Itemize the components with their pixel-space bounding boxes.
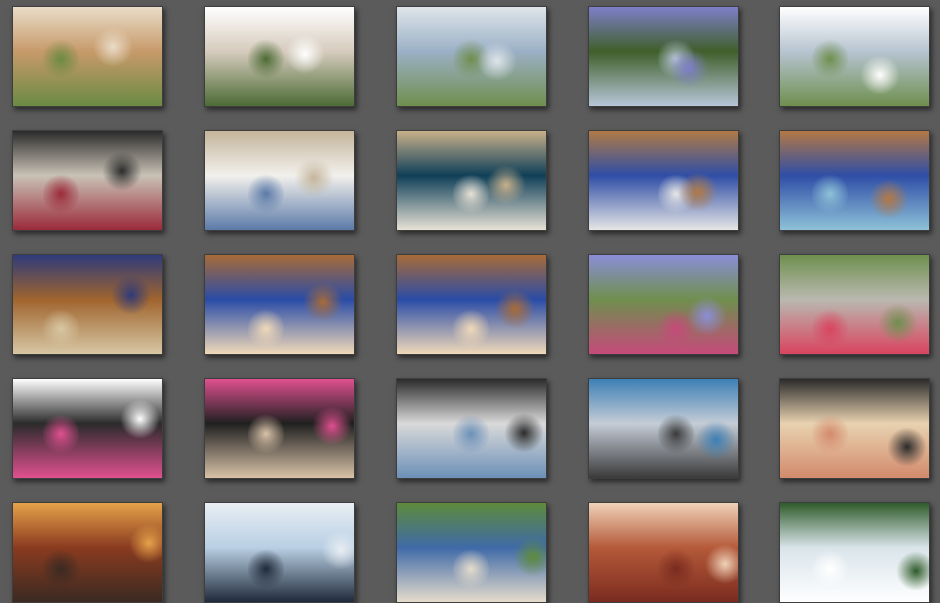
- photo-thumbnail[interactable]: [588, 6, 739, 107]
- photo-thumbnail[interactable]: [12, 502, 163, 603]
- photo-thumbnail[interactable]: [588, 130, 739, 231]
- photo-subject: [303, 282, 343, 322]
- photo-thumbnail[interactable]: [588, 502, 739, 603]
- photo-thumbnail[interactable]: [396, 254, 547, 355]
- photo-subject: [129, 523, 162, 563]
- photo-thumbnail[interactable]: [588, 378, 739, 479]
- photo-thumbnail[interactable]: [588, 254, 739, 355]
- photo-subject: [869, 179, 909, 219]
- photo-thumbnail[interactable]: [396, 502, 547, 603]
- photo-subject: [812, 547, 848, 591]
- photo-thumbnail[interactable]: [204, 254, 355, 355]
- photo-thumbnail[interactable]: [12, 378, 163, 479]
- photo-subject: [696, 420, 736, 460]
- photo-thumbnail[interactable]: [779, 254, 930, 355]
- photo-subject: [453, 172, 489, 216]
- photo-subject: [248, 37, 284, 81]
- photo-subject: [43, 547, 79, 591]
- photo-subject: [285, 34, 325, 74]
- photo-subject: [93, 27, 133, 67]
- photo-subject: [678, 172, 718, 212]
- photo-subject: [321, 530, 354, 570]
- photo-thumbnail[interactable]: [396, 378, 547, 479]
- photo-subject: [513, 537, 546, 577]
- photo-thumbnail[interactable]: [396, 130, 547, 231]
- photo-subject: [120, 399, 160, 439]
- photo-thumbnail[interactable]: [12, 6, 163, 107]
- photo-subject: [860, 55, 900, 95]
- photo-thumbnail[interactable]: [779, 6, 930, 107]
- photo-subject: [477, 41, 517, 81]
- photo-icon: [780, 131, 929, 230]
- photo-subject: [453, 307, 489, 351]
- photo-subject: [294, 158, 334, 198]
- photo-grid: [0, 0, 940, 603]
- photo-thumbnail[interactable]: [204, 130, 355, 231]
- photo-subject: [248, 307, 284, 351]
- photo-subject: [486, 165, 526, 205]
- photo-thumbnail[interactable]: [779, 378, 930, 479]
- photo-subject: [812, 412, 848, 456]
- photo-subject: [248, 412, 284, 456]
- photo-subject: [102, 151, 142, 191]
- photo-thumbnail[interactable]: [12, 130, 163, 231]
- photo-subject: [687, 296, 727, 336]
- photo-subject: [43, 37, 79, 81]
- photo-subject: [504, 413, 544, 453]
- photo-subject: [111, 275, 151, 315]
- photo-subject: [43, 307, 79, 351]
- photo-subject: [453, 412, 489, 456]
- photo-icon: [13, 7, 162, 106]
- photo-thumbnail[interactable]: [204, 6, 355, 107]
- photo-subject: [896, 551, 929, 591]
- photo-thumbnail[interactable]: [12, 254, 163, 355]
- photo-icon: [780, 7, 929, 106]
- photo-subject: [705, 544, 738, 584]
- photo-subject: [812, 37, 848, 81]
- photo-subject: [248, 547, 284, 591]
- photo-subject: [878, 303, 918, 343]
- photo-subject: [658, 547, 694, 591]
- photo-subject: [453, 547, 489, 591]
- photo-subject: [669, 48, 709, 88]
- photo-subject: [812, 307, 848, 351]
- photo-subject: [43, 172, 79, 216]
- photo-thumbnail[interactable]: [396, 6, 547, 107]
- photo-subject: [312, 406, 352, 446]
- photo-subject: [495, 289, 535, 329]
- photo-subject: [658, 412, 694, 456]
- photo-thumbnail[interactable]: [204, 502, 355, 603]
- photo-thumbnail[interactable]: [779, 502, 930, 603]
- photo-thumbnail[interactable]: [779, 130, 930, 231]
- photo-subject: [812, 172, 848, 216]
- photo-subject: [43, 412, 79, 456]
- photo-icon: [13, 131, 162, 230]
- photo-thumbnail[interactable]: [204, 378, 355, 479]
- photo-subject: [887, 427, 927, 467]
- photo-subject: [248, 172, 284, 216]
